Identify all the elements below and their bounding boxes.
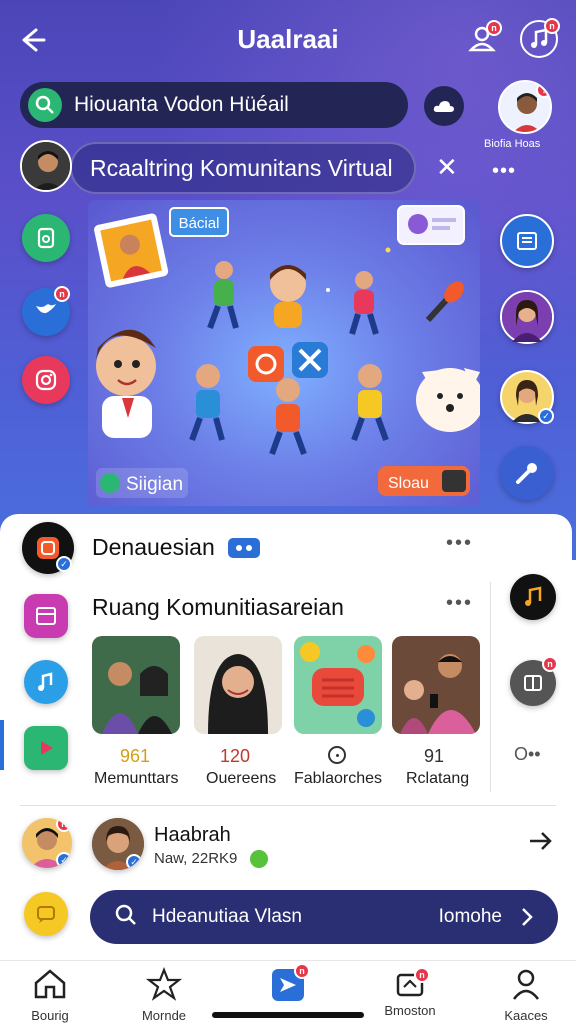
bird-icon[interactable]: n <box>22 286 70 336</box>
phone-icon[interactable] <box>22 214 70 262</box>
profile-label: Biofia Hoas <box>484 138 541 150</box>
member-thumbnail[interactable] <box>392 636 480 734</box>
search-icon <box>114 903 138 932</box>
banner-right-button: Sloau <box>388 475 429 492</box>
notification-badge: n <box>294 963 310 979</box>
verified-badge: ✓ <box>126 854 142 870</box>
avatar[interactable] <box>20 140 72 192</box>
bottom-search-bar[interactable]: Hdeanutiaa Vlasn Iomohe <box>90 890 558 944</box>
send-icon: n <box>272 963 310 1001</box>
stat-label: Ouereens <box>206 770 277 787</box>
member-thumbnail[interactable] <box>194 636 282 734</box>
scroll-indicator <box>0 720 4 770</box>
nav-item-moments[interactable]: Mornde <box>124 967 204 1023</box>
home-icon <box>34 969 66 999</box>
cloud-icon[interactable] <box>424 86 464 126</box>
stat-label: Fablaorches <box>294 770 383 787</box>
check-icon <box>250 850 268 868</box>
calendar-icon[interactable] <box>500 214 554 268</box>
avatar[interactable]: ✓ <box>92 818 144 870</box>
person-subtitle: Naw, 22RK9 <box>154 850 238 867</box>
profile-avatar[interactable]: ! <box>498 80 552 134</box>
book-icon[interactable]: n <box>510 656 558 706</box>
clock-icon <box>328 746 346 764</box>
notification-badge: n <box>414 967 430 983</box>
inbox-icon: n <box>392 967 430 1001</box>
notification-badge: n <box>544 18 560 34</box>
arrow-right-icon[interactable] <box>526 826 556 861</box>
nav-label: Kaaces <box>504 1008 548 1023</box>
more-icon[interactable]: ••• <box>446 592 473 615</box>
star-icon <box>145 967 183 1001</box>
banner-tag: Bácial <box>179 215 220 232</box>
close-icon[interactable]: ✕ <box>436 152 458 183</box>
member-thumbnail[interactable] <box>92 636 180 734</box>
character-illustration <box>96 261 480 456</box>
search-action[interactable]: Iomohe <box>439 906 502 928</box>
music-icon[interactable] <box>510 574 556 620</box>
avatar[interactable]: ✓ <box>500 370 554 424</box>
section-title: Ruang Komunitiasareian <box>92 594 344 620</box>
nav-label: Bmoston <box>384 1003 436 1018</box>
play-icon[interactable] <box>24 726 68 770</box>
section-title: Denauesian <box>92 534 215 560</box>
microphone-icon[interactable] <box>500 446 554 500</box>
video-badge <box>228 538 260 558</box>
stat-value: 91 <box>424 746 445 766</box>
app-icon[interactable]: ✓ <box>22 522 74 574</box>
instagram-icon[interactable] <box>22 356 70 404</box>
community-thumbnail[interactable] <box>294 636 382 734</box>
stat-label: Rclatang <box>406 770 470 787</box>
nav-item-home[interactable]: Bourig <box>10 967 90 1023</box>
nav-item-profile[interactable]: Kaaces <box>486 967 566 1023</box>
album-icon[interactable] <box>24 594 68 638</box>
divider <box>20 805 556 806</box>
more-icon[interactable]: ••• <box>492 160 516 183</box>
stat-value: 120 <box>220 746 251 766</box>
chat-icon[interactable] <box>24 892 68 936</box>
stat-value: 961 <box>120 746 151 766</box>
nav-label: Mornde <box>141 1008 187 1023</box>
banner-left-button: Siigian <box>126 474 183 495</box>
people-icon[interactable]: n <box>464 20 502 58</box>
music-icon[interactable]: n <box>520 18 560 58</box>
notification-badge: n <box>542 656 558 672</box>
music-note-icon[interactable] <box>24 660 68 704</box>
divider <box>490 582 491 792</box>
avatar[interactable]: n ✓ <box>22 818 72 868</box>
verified-badge: ✓ <box>56 556 72 572</box>
profile-icon <box>513 969 539 1000</box>
nav-item-inbox[interactable]: n Bmoston <box>370 967 450 1018</box>
home-indicator <box>212 1012 364 1018</box>
more-icon[interactable]: ••• <box>446 532 473 555</box>
verified-badge: ✓ <box>56 852 72 868</box>
more-indicator[interactable]: O•• <box>514 744 541 765</box>
search-bar[interactable]: Hiouanta Vodon Hüéail <box>20 82 408 128</box>
room-title-pill[interactable]: Rcaaltring Komunitans Virtual <box>70 142 416 194</box>
person-name: Haabrah <box>154 824 231 846</box>
search-text: Hiouanta Vodon Hüéail <box>74 93 289 116</box>
community-banner[interactable]: Bácial Siigian Sloau <box>88 200 480 506</box>
avatar[interactable] <box>500 290 554 344</box>
nav-item-send[interactable]: n <box>248 963 328 1001</box>
nav-label: Bourig <box>31 1008 69 1023</box>
notification-badge: n <box>54 286 70 302</box>
verified-badge: ✓ <box>538 408 554 424</box>
search-query: Hdeanutiaa Vlasn <box>152 906 302 927</box>
chevron-right-icon[interactable] <box>520 905 534 934</box>
stat-label: Memunttars <box>94 770 179 787</box>
search-icon <box>28 88 62 122</box>
room-title: Rcaaltring Komunitans Virtual <box>90 154 393 181</box>
notification-badge: n <box>486 20 502 36</box>
notification-badge: ! <box>536 82 550 98</box>
